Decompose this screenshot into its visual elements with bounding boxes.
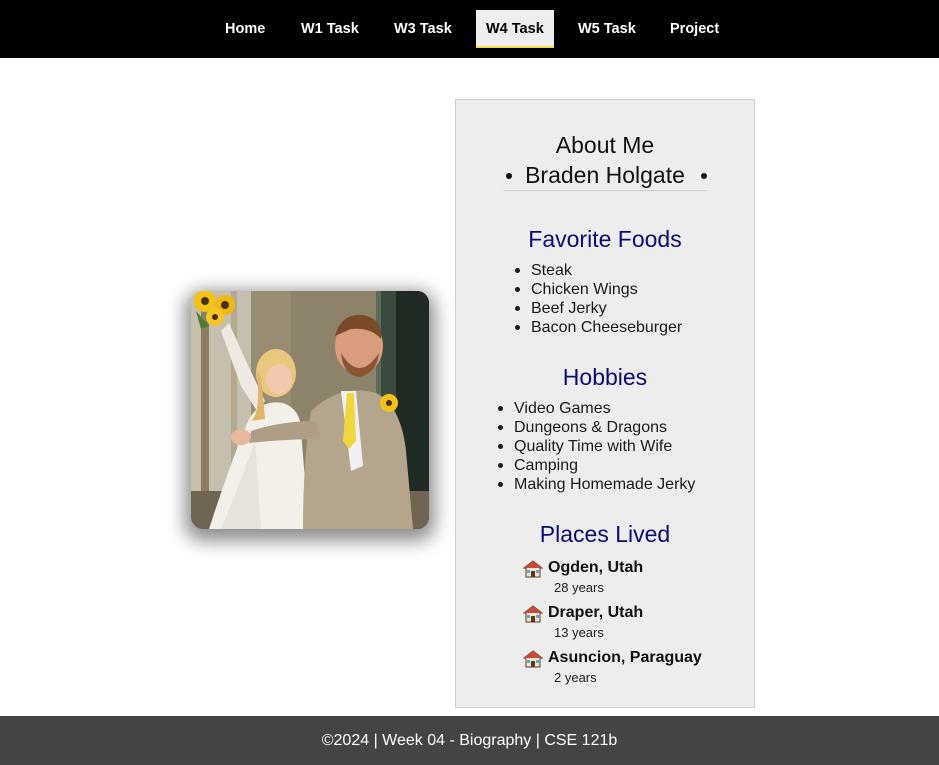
bullet-icon [498,482,503,487]
page-footer: ©2024 | Week 04 - Biography | CSE 121b [0,716,939,765]
nav-home-link[interactable]: Home [215,10,275,48]
list-item: Beef Jerky [515,299,682,318]
house-icon [523,560,543,578]
bullet-icon [498,425,503,430]
place-item: Draper, Utah 13 years [523,603,723,643]
place-item: Ogden, Utah 28 years [523,558,723,598]
profile-photo [191,291,429,529]
place-years: 28 years [554,580,604,595]
person-name: Braden Holgate [525,162,685,188]
place-name: Asuncion, Paraguay [548,649,702,666]
list-item: Camping [498,456,695,475]
place-item: Asuncion, Paraguay 2 years [523,648,723,688]
nav-w3-task-link[interactable]: W3 Task [384,10,462,48]
bullet-icon [515,268,520,273]
bullet-icon [515,287,520,292]
bullet-icon [498,463,503,468]
list-item: Dungeons & Dragons [498,418,695,437]
place-name: Draper, Utah [548,604,644,621]
footer-text: ©2024 | Week 04 - Biography | CSE 121b [321,732,618,749]
house-icon [523,605,543,623]
place-years: 2 years [554,670,597,685]
house-icon [523,650,543,668]
list-item: Steak [515,261,682,280]
list-item: Bacon Cheeseburger [515,318,682,337]
places-lived-heading: Places Lived [539,521,671,547]
about-me-title: About Me [555,132,655,158]
top-navigation: Home W1 Task W3 Task W4 Task W5 Task Pro… [0,0,939,58]
about-me-panel: About Me Braden Holgate Favorite Foods S… [455,99,755,708]
bullet-icon [498,444,503,449]
place-name: Ogden, Utah [548,559,644,576]
nav-w4-task-link[interactable]: W4 Task [476,10,554,48]
list-item: Chicken Wings [515,280,682,299]
bullet-icon [515,306,520,311]
favorite-foods-heading: Favorite Foods [528,226,682,252]
nav-w5-task-link[interactable]: W5 Task [568,10,646,48]
nav-project-link[interactable]: Project [660,10,729,48]
bullet-icon [515,325,520,330]
hobbies-list: Video Games Dungeons & Dragons Quality T… [498,399,695,494]
wedding-photo-image [191,291,429,529]
hobbies-heading: Hobbies [562,364,648,390]
place-years: 13 years [554,625,604,640]
list-item: Video Games [498,399,695,418]
favorite-foods-list: Steak Chicken Wings Beef Jerky Bacon Che… [515,261,682,337]
bullet-icon [701,173,707,179]
name-row: Braden Holgate [503,160,707,191]
list-item: Quality Time with Wife [498,437,695,456]
bullet-icon [498,406,503,411]
list-item: Making Homemade Jerky [498,475,695,494]
nav-w1-task-link[interactable]: W1 Task [291,10,369,48]
